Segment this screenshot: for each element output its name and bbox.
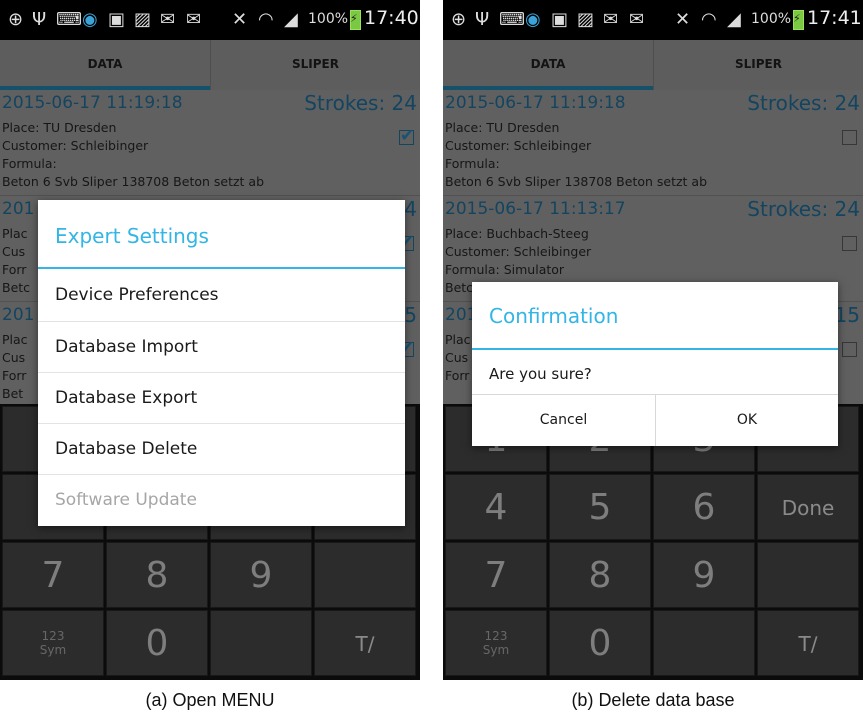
- battery-percent: 100%: [308, 11, 349, 27]
- wifi-icon: ◠: [701, 9, 717, 30]
- mute-icon: ✕: [232, 9, 248, 30]
- add-icon: ⊕: [8, 9, 24, 30]
- caption-b: (b) Delete data base: [571, 690, 735, 710]
- status-bar: ⊕ Ψ ⌨ ◉ ▣ ▨ ✉ ✉ ✕ ◠ ◢ 100% 17:40: [0, 0, 420, 40]
- status-bar: ⊕ Ψ ⌨ ◉ ▣ ▨ ✉ ✉ ✕ ◠ ◢ 100% 17:41: [443, 0, 863, 40]
- keyboard-icon: ⌨: [499, 9, 525, 30]
- signal-icon: ◢: [284, 9, 298, 30]
- menu-software-update: Software Update: [38, 474, 405, 525]
- clock: 17:40: [364, 7, 419, 29]
- battery-icon: [793, 10, 804, 30]
- battery-percent: 100%: [751, 11, 792, 27]
- usb-icon: Ψ: [475, 9, 490, 30]
- sdcard-icon: ▣: [108, 9, 126, 30]
- mail-icon-2: ✉: [629, 9, 645, 30]
- battery-icon: [350, 10, 361, 30]
- phone-screen-b: ⊕ Ψ ⌨ ◉ ▣ ▨ ✉ ✉ ✕ ◠ ◢ 100% 17:41 DATA SL…: [443, 0, 863, 680]
- image-icon: ▨: [577, 9, 595, 30]
- keyboard-icon: ⌨: [56, 9, 82, 30]
- cancel-button[interactable]: Cancel: [472, 395, 655, 446]
- mute-icon: ✕: [675, 9, 691, 30]
- mail-icon: ✉: [160, 9, 176, 30]
- app-icon: ◉: [82, 9, 98, 30]
- phone-screen-a: ⊕ Ψ ⌨ ◉ ▣ ▨ ✉ ✉ ✕ ◠ ◢ 100% 17:40 DATA SL…: [0, 0, 420, 680]
- menu-database-delete[interactable]: Database Delete: [38, 423, 405, 474]
- image-icon: ▨: [134, 9, 152, 30]
- dialog-message: Are you sure?: [489, 365, 592, 383]
- wifi-icon: ◠: [258, 9, 274, 30]
- clock: 17:41: [807, 7, 862, 29]
- dialog-divider: [38, 267, 405, 269]
- dialog-title: Confirmation: [489, 304, 619, 328]
- add-icon: ⊕: [451, 9, 467, 30]
- mail-icon: ✉: [603, 9, 619, 30]
- usb-icon: Ψ: [32, 9, 47, 30]
- expert-settings-dialog: Expert Settings Device Preferences Datab…: [38, 200, 405, 526]
- caption-a: (a) Open MENU: [145, 690, 275, 710]
- ok-button[interactable]: OK: [655, 395, 838, 446]
- sdcard-icon: ▣: [551, 9, 569, 30]
- dialog-title: Expert Settings: [55, 224, 209, 248]
- menu-database-import[interactable]: Database Import: [38, 321, 405, 372]
- dialog-button-row: Cancel OK: [472, 394, 838, 446]
- dialog-divider: [472, 348, 838, 350]
- confirmation-dialog: Confirmation Are you sure? Cancel OK: [472, 282, 838, 446]
- mail-icon-2: ✉: [186, 9, 202, 30]
- signal-icon: ◢: [727, 9, 741, 30]
- app-icon: ◉: [525, 9, 541, 30]
- menu-device-preferences[interactable]: Device Preferences: [38, 270, 405, 321]
- menu-database-export[interactable]: Database Export: [38, 372, 405, 423]
